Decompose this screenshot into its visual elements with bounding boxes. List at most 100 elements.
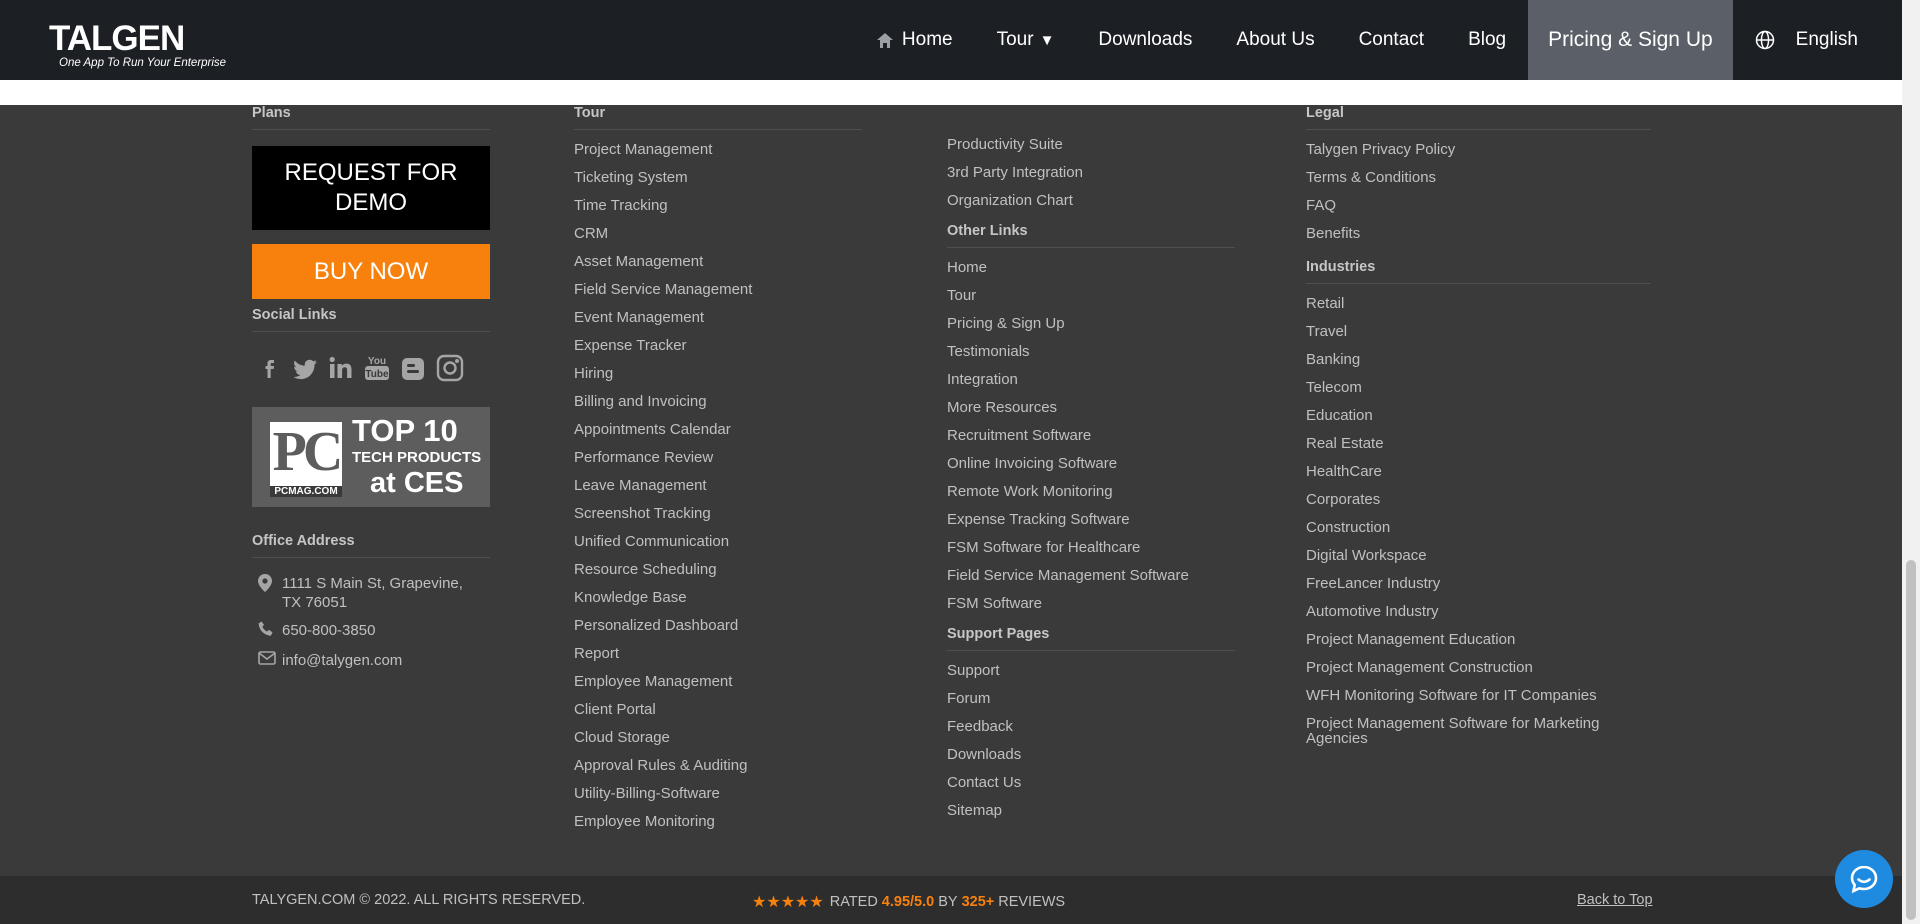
footer-link[interactable]: HealthCare — [1306, 458, 1651, 486]
footer-link[interactable]: Travel — [1306, 318, 1651, 346]
footer-link[interactable]: Feedback — [947, 713, 1235, 741]
footer-link[interactable]: Project Management — [574, 136, 862, 164]
footer-link[interactable]: Integration — [947, 366, 1235, 394]
footer-link[interactable]: Cloud Storage — [574, 724, 862, 752]
youtube-icon[interactable]: You Tube — [363, 353, 391, 383]
buy-now-button[interactable]: BUY NOW — [252, 244, 490, 299]
footer-link[interactable]: Unified Communication — [574, 528, 862, 556]
footer-link[interactable]: Screenshot Tracking — [574, 500, 862, 528]
chat-widget-button[interactable] — [1835, 850, 1893, 908]
footer-link[interactable]: Asset Management — [574, 248, 862, 276]
footer-link[interactable]: Sitemap — [947, 797, 1235, 825]
footer-link[interactable]: Recruitment Software — [947, 422, 1235, 450]
request-demo-button[interactable]: REQUEST FOR DEMO — [252, 146, 490, 230]
nav-contact-label: Contact — [1358, 29, 1425, 50]
footer-link[interactable]: WFH Monitoring Software for IT Companies — [1306, 682, 1651, 710]
footer-link[interactable]: Forum — [947, 685, 1235, 713]
footer-link[interactable]: Automotive Industry — [1306, 598, 1651, 626]
phone-text[interactable]: 650-800-3850 — [282, 621, 375, 642]
industries-heading: Industries — [1306, 259, 1651, 284]
footer-link[interactable]: Utility-Billing-Software — [574, 780, 862, 808]
nav-tour[interactable]: Tour ▼ — [975, 0, 1077, 80]
footer-link[interactable]: Billing and Invoicing — [574, 388, 862, 416]
footer-link[interactable]: Pricing & Sign Up — [947, 310, 1235, 338]
footer-link[interactable]: Tour — [947, 282, 1235, 310]
nav-contact[interactable]: Contact — [1337, 0, 1446, 80]
footer-link[interactable]: Ticketing System — [574, 164, 862, 192]
tour-heading: Tour — [574, 105, 862, 130]
scrollbar-thumb[interactable] — [1906, 560, 1916, 920]
home-icon — [876, 32, 893, 48]
footer-link[interactable]: Appointments Calendar — [574, 416, 862, 444]
footer-link[interactable]: Banking — [1306, 346, 1651, 374]
footer-link[interactable]: Field Service Management Software — [947, 562, 1235, 590]
footer-link[interactable]: Employee Monitoring — [574, 808, 862, 836]
footer-link[interactable]: Report — [574, 640, 862, 668]
nav-downloads[interactable]: Downloads — [1076, 0, 1214, 80]
footer-link[interactable]: Contact Us — [947, 769, 1235, 797]
footer-link[interactable]: Personalized Dashboard — [574, 612, 862, 640]
footer-link[interactable]: Retail — [1306, 290, 1651, 318]
legal-column: Legal Talygen Privacy Policy Terms & Cond… — [1306, 105, 1651, 746]
footer-link[interactable]: Expense Tracking Software — [947, 506, 1235, 534]
back-to-top-link[interactable]: Back to Top — [1577, 892, 1653, 908]
footer-link[interactable]: Project Management Construction — [1306, 654, 1651, 682]
footer-link[interactable]: Performance Review — [574, 444, 862, 472]
nav-home-label: Home — [901, 29, 953, 50]
twitter-icon[interactable] — [291, 355, 319, 381]
nav-home[interactable]: Home — [855, 0, 975, 80]
email-text[interactable]: info@talygen.com — [282, 651, 402, 670]
footer-link[interactable]: Resource Scheduling — [574, 556, 862, 584]
nav-blog[interactable]: Blog — [1446, 0, 1528, 80]
footer-link[interactable]: Project Management Software for Marketin… — [1306, 710, 1651, 746]
logo-tagline: One App To Run Your Enterprise — [59, 57, 227, 69]
footer-link[interactable]: Knowledge Base — [574, 584, 862, 612]
pcmag-award-badge[interactable]: PC PCMAG.COM TOP 10 TECH PRODUCTS at CES — [252, 407, 490, 507]
footer-link[interactable]: FSM Software for Healthcare — [947, 534, 1235, 562]
footer-link[interactable]: Remote Work Monitoring — [947, 478, 1235, 506]
footer-link[interactable]: Talygen Privacy Policy — [1306, 136, 1651, 164]
address-text: 1111 S Main St, Grapevine, TX 76051 — [282, 575, 463, 611]
footer-link[interactable]: Construction — [1306, 514, 1651, 542]
footer-link[interactable]: Real Estate — [1306, 430, 1651, 458]
footer-link[interactable]: Event Management — [574, 304, 862, 332]
footer-link[interactable]: Expense Tracker — [574, 332, 862, 360]
footer-link[interactable]: Client Portal — [574, 696, 862, 724]
instagram-icon[interactable] — [435, 353, 465, 383]
footer-link[interactable]: Corporates — [1306, 486, 1651, 514]
nav-downloads-label: Downloads — [1098, 29, 1193, 50]
facebook-icon[interactable] — [258, 355, 282, 381]
footer-link[interactable]: CRM — [574, 220, 862, 248]
footer-link[interactable]: Online Invoicing Software — [947, 450, 1235, 478]
footer-link[interactable]: More Resources — [947, 394, 1235, 422]
footer-link[interactable]: Downloads — [947, 741, 1235, 769]
talygen-logo[interactable]: TALGEN One App To Run Your Enterprise — [49, 21, 227, 69]
footer-link[interactable]: Telecom — [1306, 374, 1651, 402]
footer-link[interactable]: Field Service Management — [574, 276, 862, 304]
footer-link[interactable]: Support — [947, 657, 1235, 685]
language-selector[interactable]: English — [1733, 0, 1902, 80]
footer-link[interactable]: Time Tracking — [574, 192, 862, 220]
footer-link[interactable]: Hiring — [574, 360, 862, 388]
footer-link[interactable]: Organization Chart — [947, 187, 1235, 215]
footer-link[interactable]: Employee Management — [574, 668, 862, 696]
nav-about[interactable]: About Us — [1214, 0, 1336, 80]
footer-link[interactable]: FreeLancer Industry — [1306, 570, 1651, 598]
nav-pricing[interactable]: Pricing & Sign Up — [1528, 0, 1733, 80]
footer-link[interactable]: Digital Workspace — [1306, 542, 1651, 570]
footer-link[interactable]: Education — [1306, 402, 1651, 430]
footer-link[interactable]: 3rd Party Integration — [947, 159, 1235, 187]
footer-link[interactable]: FAQ — [1306, 192, 1651, 220]
footer-link[interactable]: Approval Rules & Auditing — [574, 752, 862, 780]
footer-link[interactable]: Terms & Conditions — [1306, 164, 1651, 192]
blogger-icon[interactable] — [400, 355, 426, 381]
footer-link[interactable]: Leave Management — [574, 472, 862, 500]
footer-link[interactable]: Project Management Education — [1306, 626, 1651, 654]
office-email: info@talygen.com — [258, 651, 490, 670]
footer-link[interactable]: Benefits — [1306, 220, 1651, 248]
footer-link[interactable]: Productivity Suite — [947, 131, 1235, 159]
footer-link[interactable]: FSM Software — [947, 590, 1235, 618]
footer-link[interactable]: Testimonials — [947, 338, 1235, 366]
linkedin-icon[interactable] — [328, 355, 354, 381]
footer-link[interactable]: Home — [947, 254, 1235, 282]
